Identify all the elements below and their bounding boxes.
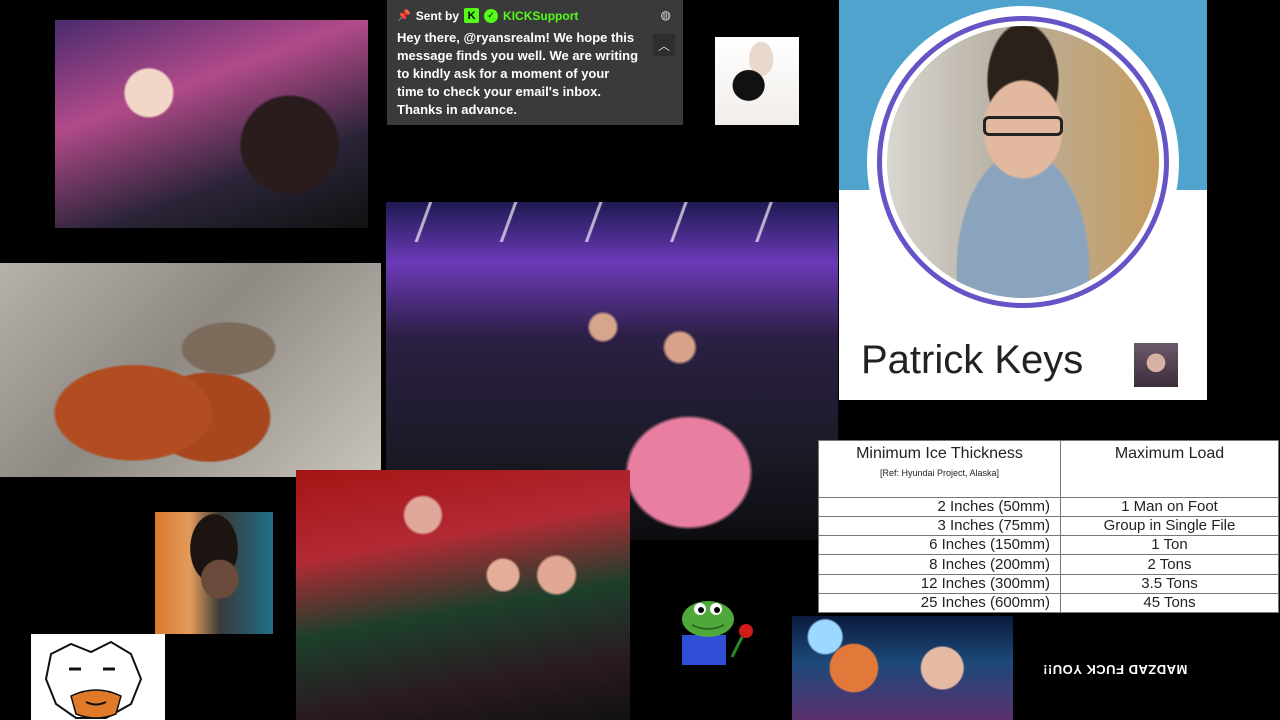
kick-logo-icon: K [464, 8, 480, 23]
load-cell: 1 Ton [1060, 535, 1279, 556]
table-header-row: Minimum Ice Thickness [Ref: Hyundai Proj… [818, 440, 1279, 498]
table-row: 2 Inches (50mm) 1 Man on Foot [818, 496, 1279, 518]
pin-icon: 📌 [397, 10, 411, 22]
profile-name: Patrick Keys [861, 338, 1084, 382]
thickness-cell: 8 Inches (200mm) [818, 554, 1061, 575]
load-cell: 1 Man on Foot [1060, 496, 1279, 518]
load-cell: 3.5 Tons [1060, 573, 1279, 594]
club-photo [55, 20, 368, 228]
avatar-frame [877, 16, 1169, 308]
table-row: 3 Inches (75mm) Group in Single File [818, 516, 1279, 537]
monkey-photo [0, 263, 381, 477]
thickness-cell: 2 Inches (50mm) [818, 496, 1061, 518]
message-text: Hey there, @ryansrealm! We hope this mes… [397, 30, 639, 117]
flipped-caption: MADZAD FUCK YOU!! [1042, 662, 1188, 677]
frog-emote [680, 597, 758, 667]
thickness-header-label: Minimum Ice Thickness [856, 445, 1023, 462]
thickness-cell: 25 Inches (600mm) [818, 592, 1061, 613]
load-cell: 45 Tons [1060, 592, 1279, 613]
sender-name[interactable]: KICKSupport [503, 9, 578, 23]
knee-pad-photo [715, 37, 799, 125]
doodle-face-svg [44, 640, 143, 719]
glasses-shape [983, 116, 1063, 136]
thickness-header: Minimum Ice Thickness [Ref: Hyundai Proj… [818, 440, 1061, 498]
table-row: 8 Inches (200mm) 2 Tons [818, 554, 1279, 575]
hide-eye-icon[interactable]: ◍ [661, 8, 671, 22]
thickness-header-ref: [Ref: Hyundai Project, Alaska] [879, 468, 1000, 478]
badge-thumbnail [1134, 343, 1178, 387]
nightclub-group-photo [296, 470, 630, 720]
table-row: 6 Inches (150mm) 1 Ton [818, 535, 1279, 556]
table-row: 25 Inches (600mm) 45 Tons [818, 592, 1279, 613]
frog-emote-svg [682, 601, 753, 665]
ceiling-lights [386, 202, 838, 242]
verified-icon: ✓ [484, 8, 499, 23]
chevron-up-icon: ︿ [657, 38, 670, 53]
profile-card: Patrick Keys [839, 0, 1207, 400]
collapse-button[interactable]: ︿ [653, 34, 675, 56]
message-header: 📌 Sent by K ✓ KICKSupport [387, 0, 683, 23]
thickness-cell: 12 Inches (300mm) [818, 573, 1061, 594]
thickness-cell: 3 Inches (75mm) [818, 516, 1061, 537]
underwater-art-photo [792, 616, 1013, 720]
avatar [887, 26, 1159, 298]
thickness-cell: 6 Inches (150mm) [818, 535, 1061, 556]
doodle-face-drawing [31, 634, 165, 720]
woman-photo [155, 512, 273, 634]
ice-thickness-table: Minimum Ice Thickness [Ref: Hyundai Proj… [818, 440, 1279, 613]
table-row: 12 Inches (300mm) 3.5 Tons [818, 573, 1279, 594]
load-cell: 2 Tons [1060, 554, 1279, 575]
load-header: Maximum Load [1060, 440, 1279, 498]
avatar-ring [867, 6, 1179, 318]
load-cell: Group in Single File [1060, 516, 1279, 537]
kick-pinned-message[interactable]: 📌 Sent by K ✓ KICKSupport ◍ ︿ Hey there,… [387, 0, 683, 125]
sent-by-label: Sent by [415, 8, 460, 23]
